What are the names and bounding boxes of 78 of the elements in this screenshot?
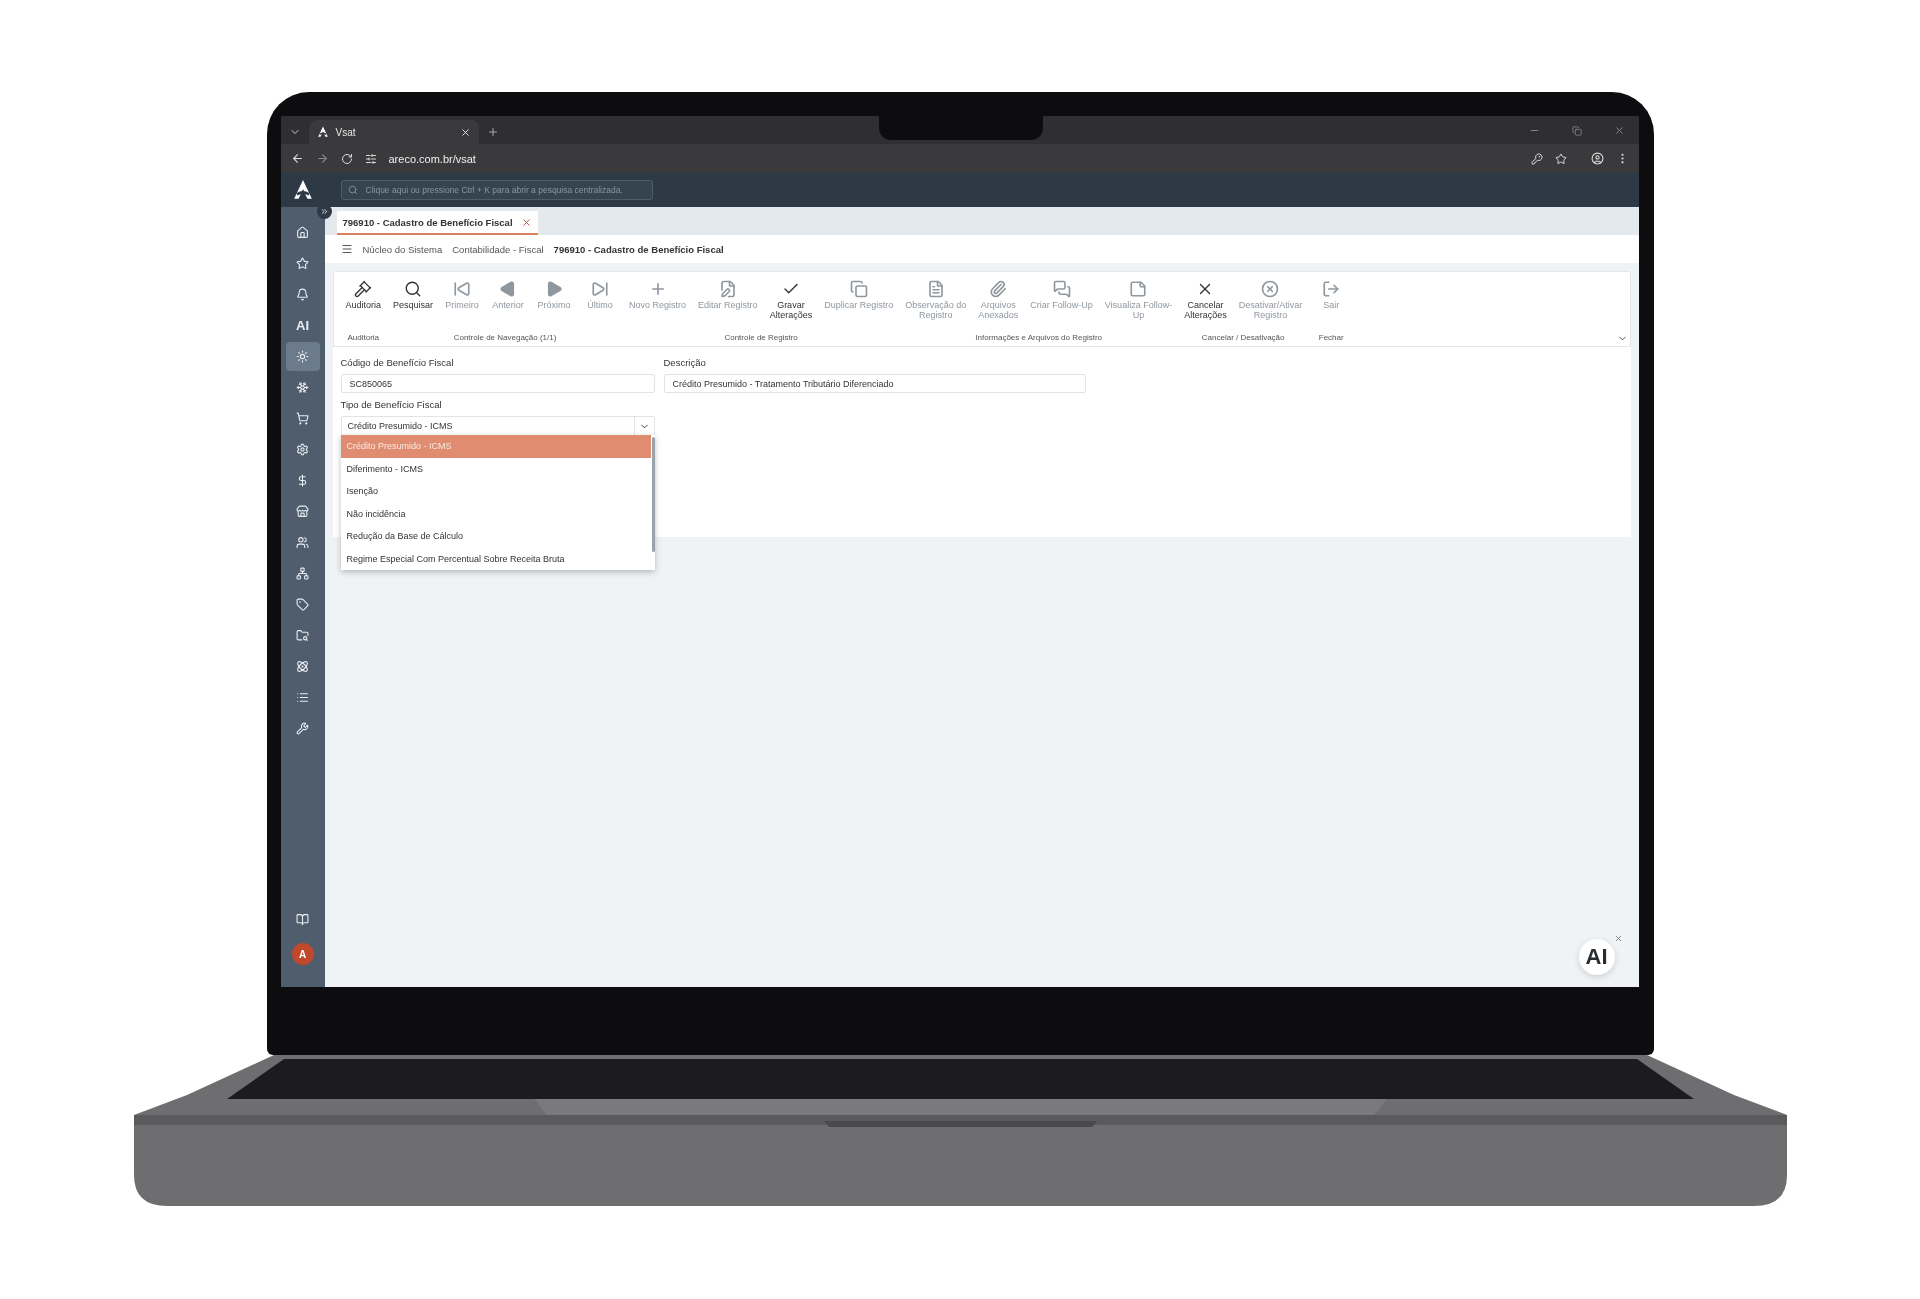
- wrench-icon: [296, 722, 309, 735]
- text-field[interactable]: Crédito Presumido - Tratamento Tributário Diferenciado: [663, 374, 1086, 393]
- group-label: Controle de Registro: [724, 333, 798, 344]
- folder-search-icon: [296, 629, 309, 642]
- file-edit-icon: [718, 280, 737, 298]
- group-label: Controle de Navegação (1/1): [453, 333, 557, 344]
- bookmark-icon[interactable]: [1554, 152, 1567, 165]
- list-icon: [296, 691, 309, 704]
- group-label: Cancelar / Desativação: [1201, 333, 1285, 344]
- profile-icon[interactable]: [1590, 152, 1604, 165]
- logo-icon: [316, 126, 329, 138]
- new-tab-icon[interactable]: [486, 126, 499, 138]
- skip-forward-icon: [591, 280, 610, 298]
- back-icon[interactable]: [290, 152, 304, 165]
- breadcrumb-item[interactable]: Núcleo do Sistema: [362, 243, 443, 255]
- logo-icon: [291, 179, 314, 201]
- home-icon: [296, 226, 309, 239]
- toolbar-button[interactable]: Pesquisar: [387, 272, 440, 333]
- user-avatar[interactable]: A: [291, 943, 314, 965]
- dollar-icon: [296, 474, 309, 487]
- text-field[interactable]: SC850065: [340, 374, 655, 393]
- gavel-icon: [354, 280, 373, 298]
- store-icon: [296, 505, 309, 518]
- sidebar-ai-item[interactable]: AI: [285, 311, 320, 340]
- skip-back-icon: [453, 280, 472, 298]
- toolbar-button[interactable]: Auditoria: [339, 272, 388, 333]
- snowflake-icon: [296, 381, 309, 394]
- close-icon[interactable]: [1613, 125, 1625, 136]
- toolbar-button[interactable]: Gravar Alterações: [763, 272, 819, 333]
- key-icon[interactable]: [1530, 152, 1543, 165]
- document-tab[interactable]: 796910 - Cadastro de Benefício Fiscal: [336, 211, 538, 235]
- dropdown-field[interactable]: Crédito Presumido - ICMS: [340, 416, 655, 436]
- sun-icon: [296, 350, 309, 363]
- play-icon: [545, 280, 564, 298]
- settings-icon: [296, 443, 309, 456]
- breadcrumb-item[interactable]: Contabilidade - Fiscal: [452, 243, 544, 255]
- ai-assistant-button[interactable]: AI: [1578, 939, 1615, 975]
- paperclip-icon: [989, 280, 1008, 298]
- exit-icon: [1322, 280, 1341, 298]
- restore-icon[interactable]: [1571, 126, 1582, 136]
- dropdown-option[interactable]: Regime Especial Com Percentual Sobre Receita Bruta: [340, 547, 651, 570]
- forward-icon[interactable]: [315, 152, 329, 165]
- address-bar[interactable]: areco.com.br/vsat: [388, 152, 476, 165]
- tab-label: 796910 - Cadastro de Benefício Fiscal: [342, 216, 513, 228]
- sidebar-item[interactable]: [285, 342, 320, 371]
- cart-icon: [296, 412, 309, 425]
- field-label: Descrição: [663, 357, 707, 368]
- chevrons-right-icon: [319, 207, 329, 216]
- atom-icon: [296, 660, 309, 673]
- tab-title: Vsat: [335, 126, 357, 138]
- group-label: Informações e Arquivos do Registro: [975, 333, 1103, 344]
- site-settings-icon[interactable]: [364, 152, 377, 165]
- search-icon: [347, 185, 358, 195]
- users-icon: [296, 536, 309, 549]
- book-icon: [296, 913, 309, 926]
- bell-icon: [296, 288, 309, 301]
- scrollbar[interactable]: [651, 437, 655, 552]
- group-label: Fechar: [1318, 333, 1344, 344]
- document-icon: [926, 280, 945, 298]
- field-label: Código de Benefício Fiscal: [340, 357, 455, 368]
- close-icon[interactable]: [459, 126, 471, 138]
- browser-tab[interactable]: Vsat: [308, 120, 479, 144]
- menu-icon[interactable]: [340, 243, 353, 255]
- note-icon: [1129, 280, 1148, 298]
- star-icon: [296, 257, 309, 270]
- reload-icon[interactable]: [340, 152, 353, 165]
- breadcrumb-item[interactable]: 796910 - Cadastro de Benefício Fiscal: [553, 243, 724, 255]
- tag-icon: [296, 598, 309, 611]
- toolbar-button[interactable]: Cancelar Alterações: [1178, 272, 1233, 333]
- group-label: Auditoria: [347, 333, 380, 344]
- search-field[interactable]: Clique aqui ou pressione Ctrl + K para abrir a pesquisa centralizada.: [340, 180, 653, 200]
- search-icon: [404, 280, 423, 298]
- copy-icon: [849, 280, 868, 298]
- field-label: Tipo de Benefício Fiscal: [340, 399, 443, 410]
- chat-icon: [1052, 280, 1071, 298]
- close-icon[interactable]: [520, 216, 532, 228]
- network-icon: [296, 567, 309, 580]
- circle-x-icon: [1261, 280, 1280, 298]
